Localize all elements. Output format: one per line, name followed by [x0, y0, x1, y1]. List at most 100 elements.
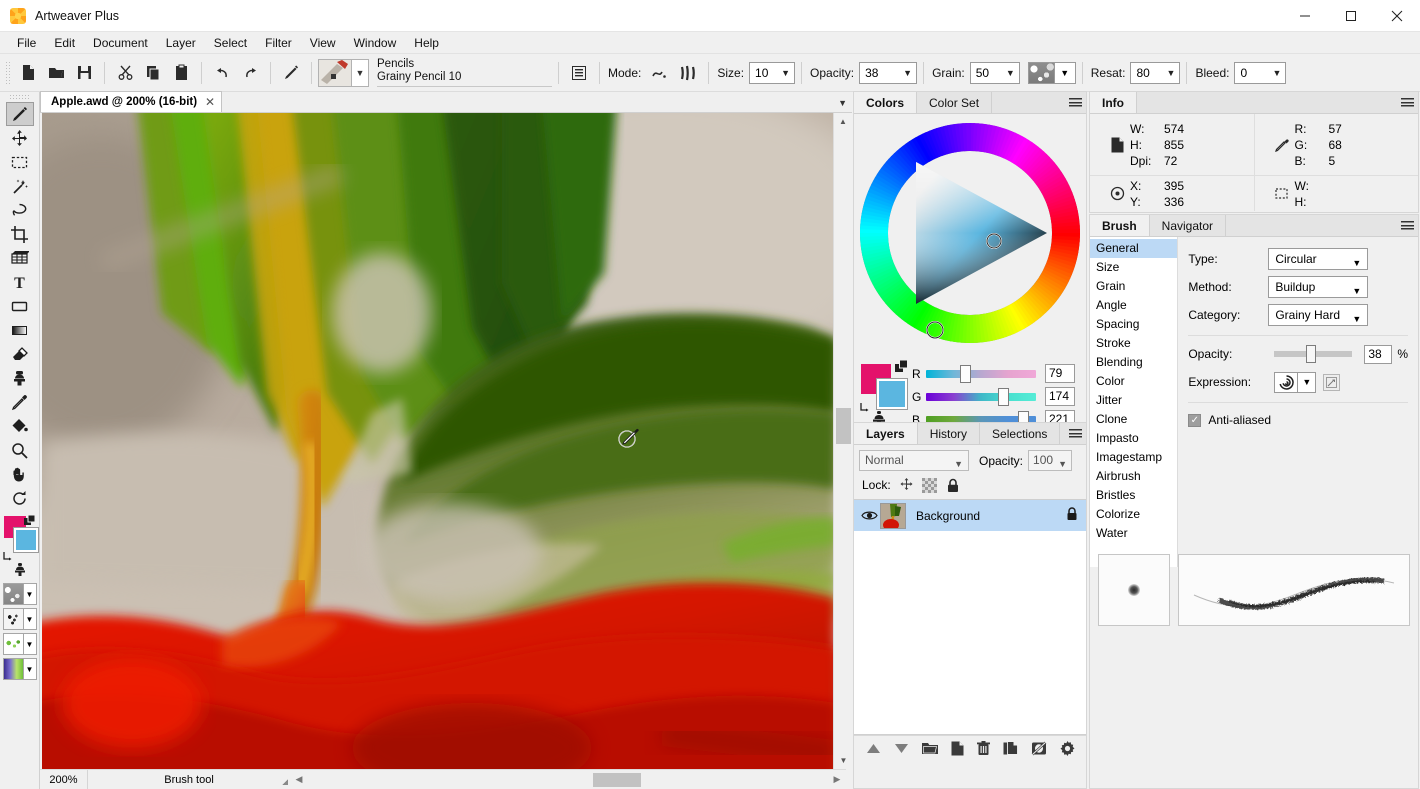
brush-category-water[interactable]: Water	[1090, 524, 1177, 543]
layer-opacity-dropdown[interactable]: 100▼	[1028, 450, 1072, 471]
slider-value-g[interactable]: 174	[1045, 387, 1075, 406]
status-resize-grip[interactable]	[282, 779, 288, 785]
slider-knob-r[interactable]	[960, 365, 971, 383]
brush-tool-icon[interactable]	[278, 60, 304, 86]
tab-brush[interactable]: Brush	[1090, 215, 1150, 236]
paste-icon[interactable]	[168, 60, 194, 86]
horizontal-scroll-thumb[interactable]	[593, 773, 641, 787]
brush-opacity-knob[interactable]	[1306, 345, 1316, 363]
document-tab-menu-icon[interactable]: ▼	[838, 98, 847, 108]
brush-opacity-value[interactable]: 38	[1364, 345, 1392, 364]
brush-category-general[interactable]: General	[1090, 239, 1177, 258]
color-wheel[interactable]	[859, 122, 1081, 344]
spiral-icon[interactable]	[1274, 372, 1298, 393]
colors-panel-menu-button[interactable]	[1064, 92, 1086, 113]
panel-color-swatches[interactable]	[861, 364, 907, 410]
tab-color-set[interactable]: Color Set	[917, 92, 992, 113]
tool-eyedropper[interactable]	[6, 390, 34, 414]
tab-navigator[interactable]: Navigator	[1150, 215, 1226, 236]
background-color-swatch[interactable]	[14, 528, 38, 552]
brush-expression-options-icon[interactable]	[1323, 374, 1340, 391]
gradient-caret-icon[interactable]: ▼	[23, 658, 37, 680]
brush-options-icon[interactable]	[566, 60, 592, 86]
panel-swap-colors-icon[interactable]	[895, 360, 908, 373]
tool-rectangular-marquee[interactable]	[6, 150, 34, 174]
brush-opacity-slider[interactable]	[1274, 351, 1352, 357]
cut-icon[interactable]	[112, 60, 138, 86]
layers-panel-menu-button[interactable]	[1064, 423, 1086, 444]
brush-category-color[interactable]: Color	[1090, 372, 1177, 391]
redo-icon[interactable]	[237, 60, 263, 86]
brush-antialiased-row[interactable]: ✓ Anti-aliased	[1188, 413, 1408, 427]
swap-colors-icon[interactable]	[24, 515, 36, 527]
menu-view[interactable]: View	[301, 33, 345, 53]
scroll-down-icon[interactable]: ▼	[834, 752, 853, 769]
blend-mode-dropdown[interactable]: Normal▼	[859, 450, 969, 471]
move-layer-down-icon[interactable]	[894, 742, 909, 758]
menu-help[interactable]: Help	[405, 33, 448, 53]
grain-texture-dropdown[interactable]: ▼	[1054, 62, 1076, 84]
layer-locked-icon[interactable]	[1066, 507, 1078, 524]
panel-reset-colors-icon[interactable]	[859, 402, 870, 413]
tab-history[interactable]: History	[918, 423, 980, 444]
menu-layer[interactable]: Layer	[157, 33, 205, 53]
mode-straight-icon[interactable]	[675, 60, 701, 86]
layer-properties-icon[interactable]	[1060, 741, 1075, 759]
pattern-caret-icon[interactable]: ▼	[23, 633, 37, 655]
painting-canvas[interactable]	[42, 113, 835, 769]
delete-layer-icon[interactable]	[977, 741, 990, 759]
save-document-icon[interactable]	[71, 60, 97, 86]
tool-brush[interactable]	[6, 102, 34, 126]
move-layer-up-icon[interactable]	[866, 742, 881, 758]
minimize-button[interactable]	[1282, 0, 1328, 32]
layer-row-background[interactable]: Background	[854, 499, 1086, 531]
brush-category-colorize[interactable]: Colorize	[1090, 505, 1177, 524]
horizontal-scroll-track[interactable]	[308, 770, 828, 789]
status-zoom-level[interactable]: 200%	[40, 770, 88, 789]
slider-track-g[interactable]	[926, 393, 1036, 401]
document-tab-close-icon[interactable]: ✕	[205, 95, 215, 109]
resat-dropdown[interactable]: 80▼	[1130, 62, 1180, 84]
brush-category-impasto[interactable]: Impasto	[1090, 429, 1177, 448]
brush-category-spacing[interactable]: Spacing	[1090, 315, 1177, 334]
size-dropdown[interactable]: 10▼	[749, 62, 795, 84]
brush-type-dropdown[interactable]: Circular▼	[1268, 248, 1368, 270]
new-document-icon[interactable]	[15, 60, 41, 86]
tools-grip[interactable]	[9, 94, 31, 100]
copy-icon[interactable]	[140, 60, 166, 86]
bleed-dropdown[interactable]: 0▼	[1234, 62, 1286, 84]
tool-magic-wand[interactable]	[6, 174, 34, 198]
brush-category-imagestamp[interactable]: Imagestamp	[1090, 448, 1177, 467]
brush-panel-menu-button[interactable]	[1396, 215, 1418, 236]
duplicate-layer-icon[interactable]	[1003, 741, 1018, 759]
toolbar-grip[interactable]	[4, 60, 11, 86]
tab-layers[interactable]: Layers	[854, 423, 918, 444]
layer-name[interactable]: Background	[916, 509, 980, 523]
tool-clone-stamp[interactable]	[6, 366, 34, 390]
layer-visibility-icon[interactable]	[858, 509, 880, 522]
tool-zoom[interactable]	[6, 438, 34, 462]
vertical-scroll-thumb[interactable]	[836, 408, 851, 444]
scroll-up-icon[interactable]: ▲	[834, 113, 852, 130]
tool-move[interactable]	[6, 126, 34, 150]
flow-map-caret-icon[interactable]: ▼	[23, 608, 37, 630]
layers-list[interactable]: Background	[854, 499, 1086, 735]
tool-perspective[interactable]	[6, 246, 34, 270]
brush-category-bristles[interactable]: Bristles	[1090, 486, 1177, 505]
slider-track-r[interactable]	[926, 370, 1036, 378]
antialiased-checkbox[interactable]: ✓	[1188, 414, 1201, 427]
brush-category-grain[interactable]: Grain	[1090, 277, 1177, 296]
open-document-icon[interactable]	[43, 60, 69, 86]
tool-rotate-canvas[interactable]	[6, 486, 34, 510]
tools-stamp-icon[interactable]	[2, 560, 38, 580]
menu-window[interactable]: Window	[345, 33, 406, 53]
layer-mask-icon[interactable]	[1031, 741, 1047, 759]
scroll-left-icon[interactable]: ◀	[290, 774, 308, 785]
brush-preview-chip[interactable]	[318, 59, 352, 87]
menu-filter[interactable]: Filter	[256, 33, 301, 53]
tab-colors[interactable]: Colors	[854, 92, 917, 113]
grain-texture-swatch[interactable]	[1028, 62, 1054, 84]
panel-background-swatch[interactable]	[877, 379, 907, 409]
lock-transparency-icon[interactable]	[921, 476, 939, 494]
tool-eraser[interactable]	[6, 342, 34, 366]
